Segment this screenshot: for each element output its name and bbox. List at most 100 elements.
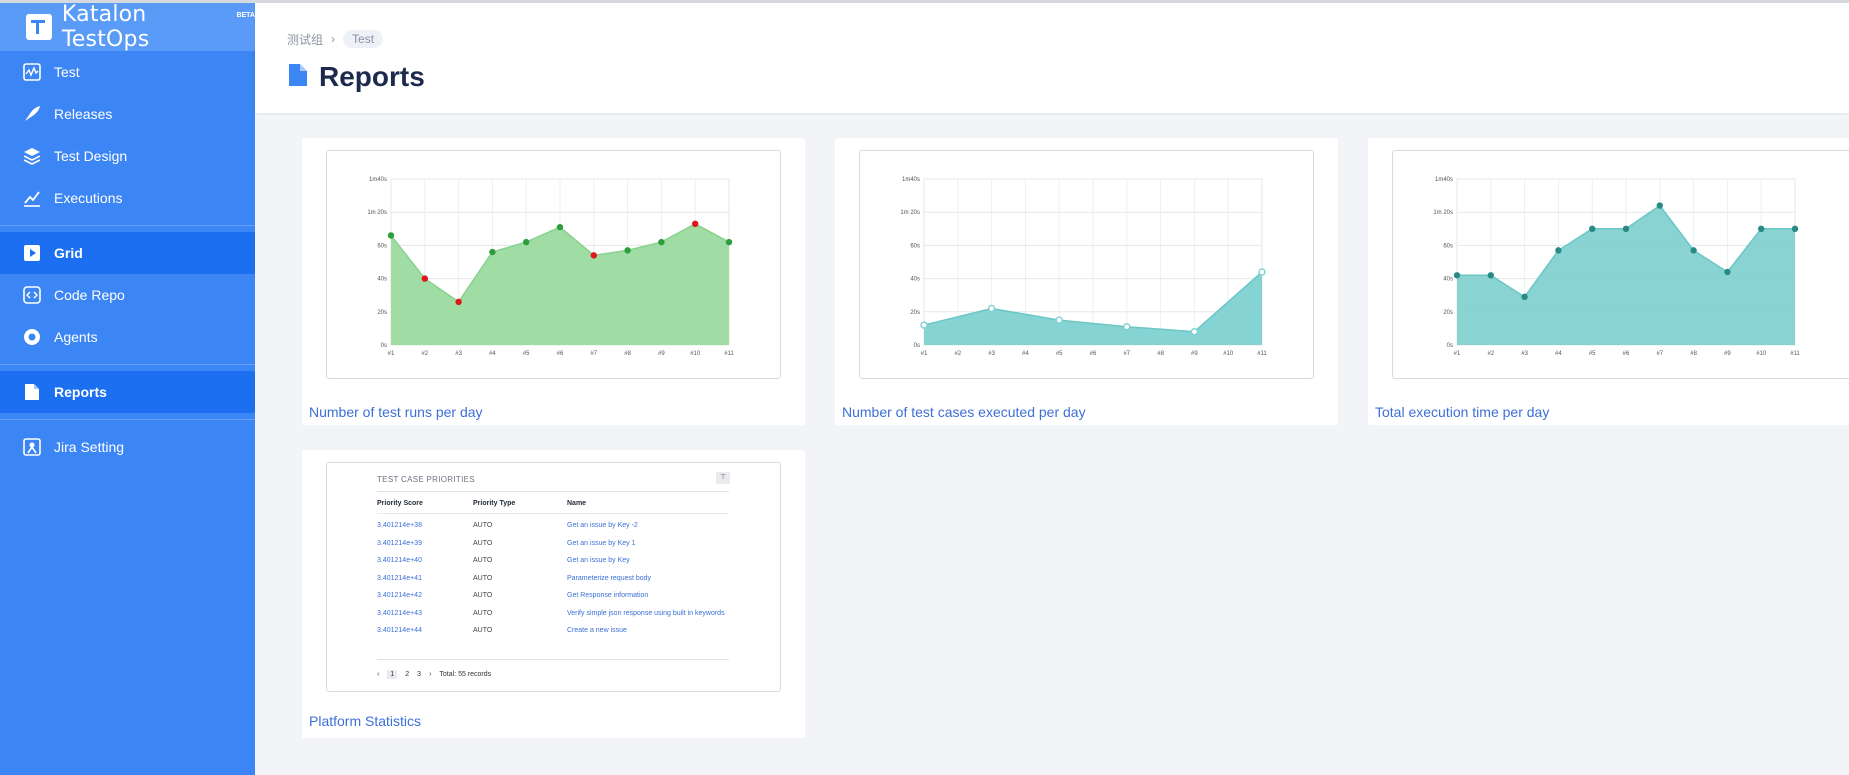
page-1[interactable]: 1 <box>387 670 398 679</box>
y-tick-label: 60s <box>377 243 387 249</box>
priority-score-cell[interactable]: 3.401214e+42 <box>377 592 422 599</box>
data-point[interactable] <box>1724 268 1731 276</box>
data-point[interactable] <box>1190 328 1199 336</box>
data-point[interactable] <box>725 238 733 246</box>
sidebar-item-executions[interactable]: Executions <box>0 177 255 219</box>
test-cases-chart-svg: 0s 20s 40s 60s 1m 20s 1m40s #1 #2 #3 #4 #5 #6 #7 #8 #9… <box>900 177 1267 357</box>
y-tick-label: 0s <box>1447 343 1453 349</box>
data-point[interactable] <box>1487 272 1494 279</box>
report-card-platform-statistics[interactable]: TEST CASE PRIORITIES ⊤ Priority Score Pr… <box>302 450 805 738</box>
x-tick-label: #4 <box>1022 351 1029 357</box>
x-tick-label: #9 <box>1724 351 1731 357</box>
play-icon <box>22 243 42 263</box>
y-tick-label: 40s <box>1443 277 1453 283</box>
next-page-icon[interactable]: › <box>429 671 431 678</box>
report-card-test-runs[interactable]: 0s 20s 40s 60s 1m 20s 1m40s #1 #2 #3 #4 #5 #6 #7 #8 #9… <box>302 138 805 425</box>
data-point[interactable] <box>987 304 996 313</box>
test-case-name-link[interactable]: Parameterize request body <box>567 575 651 582</box>
priority-type-cell: AUTO <box>473 592 493 599</box>
data-point[interactable] <box>1123 323 1131 331</box>
data-point[interactable] <box>1258 268 1266 276</box>
rocket-icon <box>22 104 42 124</box>
priority-type-cell: AUTO <box>473 574 493 582</box>
report-card-test-cases[interactable]: 0s 20s 40s 60s 1m 20s 1m40s #1 #2 #3 #4 #5 #6 #7 #8 #9… <box>835 138 1338 425</box>
sidebar-item-reports[interactable]: Reports <box>0 371 255 413</box>
sidebar-item-test-design[interactable]: Test Design <box>0 135 255 177</box>
test-case-name-link[interactable]: Get an issue by Key -2 <box>567 522 638 529</box>
data-point[interactable] <box>523 238 530 246</box>
test-case-name-link[interactable]: Get an issue by Key 1 <box>567 540 635 547</box>
priority-score-cell[interactable]: 3.401214e+43 <box>377 610 422 617</box>
data-point[interactable] <box>556 223 564 231</box>
data-point[interactable] <box>1791 225 1799 232</box>
data-point[interactable] <box>1690 247 1697 254</box>
x-tick-label: #2 <box>954 351 961 357</box>
report-card-execution-time[interactable]: 0s 20s 40s 60s 1m 20s 1m40s #1 #2 #3 #4 #5 #6 #7 #8 #9… <box>1368 138 1849 425</box>
x-tick-label: #11 <box>1257 351 1267 357</box>
priority-score-cell[interactable]: 3.401214e+44 <box>377 627 422 634</box>
breadcrumb-parent[interactable]: 测试组 <box>287 31 323 48</box>
prev-page-icon[interactable]: ‹ <box>377 671 379 678</box>
data-point[interactable] <box>1758 225 1765 232</box>
page-3[interactable]: 3 <box>417 671 421 678</box>
breadcrumb: 测试组 › Test <box>287 30 384 48</box>
data-point[interactable] <box>421 275 428 282</box>
data-point[interactable] <box>1589 225 1596 232</box>
test-runs-chart-svg: 0s 20s 40s 60s 1m 20s 1m40s #1 #2 #3 #4 #5 #6 #7 #8 #9… <box>367 177 734 357</box>
y-tick-label: 1m40s <box>369 177 387 183</box>
y-tick-label: 60s <box>910 243 920 249</box>
x-tick-label: #8 <box>624 351 631 357</box>
data-point[interactable] <box>1055 316 1063 324</box>
beta-badge: BETA <box>236 11 255 19</box>
sidebar-item-releases[interactable]: Releases <box>0 93 255 135</box>
x-tick-label: #4 <box>1555 351 1562 357</box>
x-tick-label: #9 <box>1191 351 1198 357</box>
data-point[interactable] <box>920 321 928 329</box>
page-2[interactable]: 2 <box>405 671 409 678</box>
jira-icon <box>22 437 42 457</box>
sidebar-item-test[interactable]: Test <box>0 51 255 93</box>
priority-score-cell[interactable]: 3.401214e+38 <box>377 522 422 529</box>
priority-score-cell[interactable]: 3.401214e+39 <box>377 540 422 547</box>
data-point[interactable] <box>387 232 395 239</box>
sidebar-item-code-repo[interactable]: Code Repo <box>0 274 255 316</box>
priority-score-cell[interactable]: 3.401214e+40 <box>377 557 422 564</box>
priority-score-cell[interactable]: 3.401214e+41 <box>377 575 422 582</box>
y-tick-label: 20s <box>910 310 920 316</box>
report-card-title[interactable]: Total execution time per day <box>1375 404 1549 420</box>
x-tick-label: #8 <box>1690 351 1697 357</box>
y-tick-label: 20s <box>1443 310 1453 316</box>
report-card-title[interactable]: Number of test cases executed per day <box>842 404 1086 420</box>
data-point[interactable] <box>692 220 699 228</box>
chart-icon <box>22 188 42 208</box>
test-case-name-link[interactable]: Create a new issue <box>567 627 627 634</box>
breadcrumb-current[interactable]: Test <box>343 30 384 48</box>
test-case-name-link[interactable]: Get Response information <box>567 592 648 599</box>
data-point[interactable] <box>489 248 496 256</box>
priority-type-cell: AUTO <box>473 557 493 564</box>
data-point[interactable] <box>455 298 462 306</box>
sidebar-item-grid[interactable]: Grid <box>0 232 255 274</box>
data-point[interactable] <box>658 238 665 246</box>
filter-icon[interactable]: ⊤ <box>716 472 730 484</box>
sidebar-item-agents[interactable]: Agents <box>0 316 255 358</box>
data-point[interactable] <box>1555 247 1562 254</box>
report-card-title[interactable]: Number of test runs per day <box>309 404 483 420</box>
test-cases-chart: 0s 20s 40s 60s 1m 20s 1m40s #1 #2 #3 #4 #5 #6 #7 #8 #9… <box>859 150 1314 379</box>
y-tick-label: 0s <box>381 343 387 349</box>
data-point[interactable] <box>624 247 631 254</box>
test-case-name-link[interactable]: Get an issue by Key <box>567 557 630 564</box>
test-case-name-link[interactable]: Verify simple json response using built … <box>567 610 725 617</box>
data-point[interactable] <box>1622 225 1630 232</box>
katalon-logo-icon <box>26 14 52 40</box>
sidebar-divider <box>0 364 255 365</box>
priority-type-cell: AUTO <box>473 539 493 547</box>
data-point[interactable] <box>1521 293 1528 301</box>
app-logo[interactable]: Katalon TestOps BETA <box>0 2 255 52</box>
sidebar-item-jira-setting[interactable]: Jira Setting <box>0 426 255 468</box>
data-point[interactable] <box>1656 202 1663 209</box>
data-point[interactable] <box>590 252 597 259</box>
x-tick-label: #7 <box>590 351 597 357</box>
data-point[interactable] <box>1453 272 1461 279</box>
report-card-title[interactable]: Platform Statistics <box>309 713 421 729</box>
